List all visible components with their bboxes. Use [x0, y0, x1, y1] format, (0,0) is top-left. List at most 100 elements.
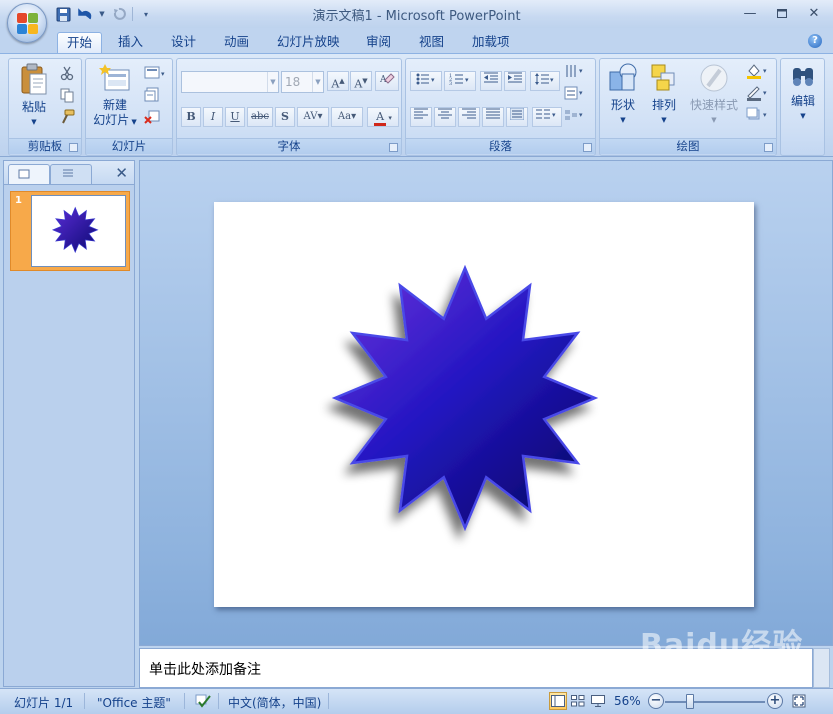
- tab-slideshow[interactable]: 幻灯片放映: [268, 32, 349, 54]
- clear-formatting-button[interactable]: A: [375, 71, 399, 91]
- shape-outline-icon[interactable]: ▾: [746, 85, 772, 101]
- font-size-combo[interactable]: 18 ▼: [281, 71, 324, 93]
- fit-to-window-icon: [792, 694, 806, 708]
- shape-fill-icon[interactable]: ▾: [746, 63, 772, 79]
- align-left-button[interactable]: [410, 107, 432, 127]
- arrange-button[interactable]: 排列 ▼: [644, 62, 684, 128]
- change-case-button[interactable]: Aa▾: [331, 107, 363, 127]
- format-painter-icon[interactable]: [59, 109, 75, 125]
- fit-to-window-button[interactable]: [790, 692, 808, 710]
- slide-canvas[interactable]: [214, 202, 754, 607]
- help-icon[interactable]: ?: [808, 34, 822, 48]
- slide-thumbnail[interactable]: [31, 195, 126, 267]
- strikethrough-button[interactable]: abc: [247, 107, 273, 127]
- slideshow-view-button[interactable]: [589, 692, 607, 710]
- reset-icon[interactable]: [144, 87, 160, 103]
- slides-panel-tabs: ✕: [4, 161, 134, 185]
- minimize-button[interactable]: —: [735, 4, 765, 22]
- zoom-in-button[interactable]: +: [767, 693, 783, 709]
- quick-styles-button[interactable]: 快速样式 ▼: [685, 62, 743, 128]
- language-status[interactable]: 中文(简体，中国): [228, 694, 321, 711]
- bullets-button[interactable]: ▾: [410, 71, 442, 91]
- shape-effects-icon[interactable]: ▾: [746, 107, 772, 123]
- character-spacing-button[interactable]: AV▾: [297, 107, 329, 127]
- text-direction-icon[interactable]: ▾: [564, 63, 588, 79]
- smartart-icon[interactable]: ▾: [564, 107, 588, 123]
- align-text-icon[interactable]: ▾: [564, 85, 588, 101]
- tab-design[interactable]: 设计: [162, 32, 205, 54]
- spell-check-icon[interactable]: [194, 692, 212, 713]
- font-dialog-launcher[interactable]: [389, 143, 398, 152]
- align-center-button[interactable]: [434, 107, 456, 127]
- editing-button[interactable]: 编辑 ▼: [783, 62, 823, 124]
- text-shadow-button[interactable]: S: [275, 107, 295, 127]
- tab-home[interactable]: 开始: [57, 32, 103, 54]
- bold-button[interactable]: B: [181, 107, 201, 127]
- line-spacing-button[interactable]: ▾: [530, 71, 560, 91]
- close-button[interactable]: ✕: [799, 4, 829, 22]
- tab-insert[interactable]: 插入: [109, 32, 152, 54]
- office-button[interactable]: [7, 3, 47, 43]
- new-slide-label-1: 新建: [102, 98, 127, 112]
- shrink-font-button[interactable]: A▼: [350, 71, 372, 91]
- font-group-label: 字体: [177, 138, 401, 154]
- slide-sorter-view-button[interactable]: [569, 692, 587, 710]
- status-separator: [84, 693, 85, 709]
- zoom-slider-track[interactable]: [665, 701, 765, 703]
- twelve-point-star-shape[interactable]: [214, 202, 754, 607]
- paragraph-dialog-launcher[interactable]: [583, 143, 592, 152]
- grow-font-button[interactable]: A▲: [327, 71, 349, 91]
- svg-text:▾: ▾: [763, 111, 767, 119]
- underline-button[interactable]: U: [225, 107, 245, 127]
- distributed-button[interactable]: [506, 107, 528, 127]
- columns-button[interactable]: ▾: [532, 107, 562, 127]
- increase-indent-button[interactable]: [504, 71, 526, 91]
- status-separator: [328, 693, 329, 709]
- slide-sorter-icon: [571, 695, 585, 707]
- ribbon: 粘贴 ▼ 剪贴板 新建 幻灯片 ▼ ▾ 幻灯片 ▼ 18 ▼ A▲ A▼ A B…: [0, 53, 833, 157]
- tab-slides-view[interactable]: [8, 164, 50, 184]
- close-panel-icon[interactable]: ✕: [115, 164, 128, 182]
- copy-icon[interactable]: [59, 87, 75, 103]
- svg-text:▾: ▾: [465, 76, 469, 84]
- arrange-label: 排列: [651, 98, 676, 112]
- tab-review[interactable]: 审阅: [357, 32, 400, 54]
- zoom-level[interactable]: 56%: [614, 694, 641, 708]
- normal-view-button[interactable]: [549, 692, 567, 710]
- maximize-button[interactable]: [767, 4, 797, 22]
- slide-thumbnail-selected[interactable]: 1: [10, 191, 130, 271]
- tab-animations[interactable]: 动画: [215, 32, 258, 54]
- shapes-dropdown-icon: ▼: [620, 116, 626, 124]
- cut-icon[interactable]: [59, 65, 75, 81]
- zoom-slider-thumb[interactable]: [686, 694, 694, 709]
- font-name-combo[interactable]: ▼: [181, 71, 279, 93]
- align-center-icon: [438, 108, 452, 119]
- svg-text:▾: ▾: [579, 111, 583, 119]
- quick-styles-icon: [700, 64, 728, 92]
- new-slide-label-2: 幻灯片: [93, 113, 130, 127]
- slide-count-status: 幻灯片 1/1: [14, 696, 74, 710]
- tab-view[interactable]: 视图: [410, 32, 453, 54]
- decrease-indent-button[interactable]: [480, 71, 502, 91]
- delete-slide-icon[interactable]: [144, 109, 160, 125]
- notes-scrollbar[interactable]: [813, 648, 830, 688]
- paste-button[interactable]: 粘贴 ▼: [13, 62, 55, 130]
- svg-text:▾: ▾: [763, 89, 767, 97]
- new-slide-button[interactable]: 新建 幻灯片 ▼: [89, 62, 141, 130]
- drawing-group-label: 绘图: [600, 138, 776, 154]
- align-right-button[interactable]: [458, 107, 480, 127]
- columns-icon: ▾: [536, 109, 556, 119]
- font-color-button[interactable]: A ▾: [367, 107, 399, 127]
- numbering-button[interactable]: 1 2 3 ▾: [444, 71, 476, 91]
- slides-panel: ✕ 1: [3, 160, 135, 687]
- notes-placeholder[interactable]: 单击此处添加备注: [149, 659, 261, 679]
- drawing-dialog-launcher[interactable]: [764, 143, 773, 152]
- shapes-button[interactable]: 形状 ▼: [603, 62, 643, 128]
- layout-icon[interactable]: ▾: [144, 65, 168, 81]
- clipboard-dialog-launcher[interactable]: [69, 143, 78, 152]
- tab-addins[interactable]: 加载项: [463, 32, 519, 54]
- tab-outline-view[interactable]: [50, 164, 92, 184]
- justify-button[interactable]: [482, 107, 504, 127]
- italic-button[interactable]: I: [203, 107, 223, 127]
- zoom-out-button[interactable]: −: [648, 693, 664, 709]
